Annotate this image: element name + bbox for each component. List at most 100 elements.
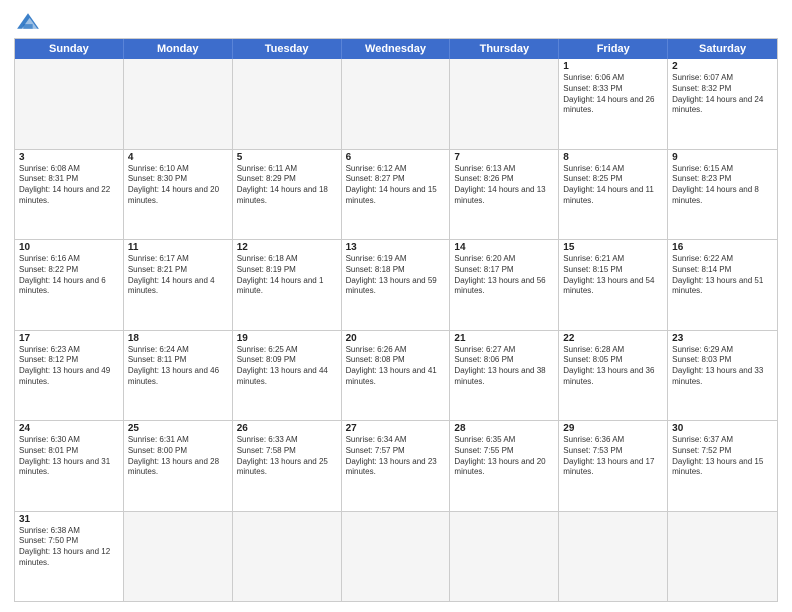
day-number: 19 xyxy=(237,333,337,344)
calendar-cell: 21Sunrise: 6:27 AM Sunset: 8:06 PM Dayli… xyxy=(450,331,559,421)
calendar-week-5: 31Sunrise: 6:38 AM Sunset: 7:50 PM Dayli… xyxy=(15,511,777,602)
calendar-cell: 14Sunrise: 6:20 AM Sunset: 8:17 PM Dayli… xyxy=(450,240,559,330)
day-number: 21 xyxy=(454,333,554,344)
calendar-cell xyxy=(15,59,124,149)
calendar: SundayMondayTuesdayWednesdayThursdayFrid… xyxy=(14,38,778,602)
day-number: 30 xyxy=(672,423,773,434)
day-number: 27 xyxy=(346,423,446,434)
day-info: Sunrise: 6:37 AM Sunset: 7:52 PM Dayligh… xyxy=(672,435,773,478)
day-header-sunday: Sunday xyxy=(15,39,124,59)
calendar-cell: 27Sunrise: 6:34 AM Sunset: 7:57 PM Dayli… xyxy=(342,421,451,511)
day-info: Sunrise: 6:38 AM Sunset: 7:50 PM Dayligh… xyxy=(19,526,119,569)
day-info: Sunrise: 6:20 AM Sunset: 8:17 PM Dayligh… xyxy=(454,254,554,297)
day-number: 13 xyxy=(346,242,446,253)
calendar-cell: 13Sunrise: 6:19 AM Sunset: 8:18 PM Dayli… xyxy=(342,240,451,330)
day-number: 15 xyxy=(563,242,663,253)
calendar-cell: 28Sunrise: 6:35 AM Sunset: 7:55 PM Dayli… xyxy=(450,421,559,511)
calendar-cell: 25Sunrise: 6:31 AM Sunset: 8:00 PM Dayli… xyxy=(124,421,233,511)
logo xyxy=(14,10,46,32)
header xyxy=(14,10,778,32)
calendar-cell: 12Sunrise: 6:18 AM Sunset: 8:19 PM Dayli… xyxy=(233,240,342,330)
day-info: Sunrise: 6:34 AM Sunset: 7:57 PM Dayligh… xyxy=(346,435,446,478)
day-header-friday: Friday xyxy=(559,39,668,59)
day-info: Sunrise: 6:33 AM Sunset: 7:58 PM Dayligh… xyxy=(237,435,337,478)
day-number: 11 xyxy=(128,242,228,253)
day-number: 17 xyxy=(19,333,119,344)
calendar-cell: 31Sunrise: 6:38 AM Sunset: 7:50 PM Dayli… xyxy=(15,512,124,602)
day-number: 14 xyxy=(454,242,554,253)
calendar-cell: 10Sunrise: 6:16 AM Sunset: 8:22 PM Dayli… xyxy=(15,240,124,330)
day-number: 18 xyxy=(128,333,228,344)
calendar-cell xyxy=(559,512,668,602)
day-number: 12 xyxy=(237,242,337,253)
day-number: 2 xyxy=(672,61,773,72)
calendar-cell: 3Sunrise: 6:08 AM Sunset: 8:31 PM Daylig… xyxy=(15,150,124,240)
page: SundayMondayTuesdayWednesdayThursdayFrid… xyxy=(0,0,792,612)
calendar-cell xyxy=(342,512,451,602)
day-info: Sunrise: 6:10 AM Sunset: 8:30 PM Dayligh… xyxy=(128,164,228,207)
day-number: 22 xyxy=(563,333,663,344)
day-number: 1 xyxy=(563,61,663,72)
day-header-monday: Monday xyxy=(124,39,233,59)
calendar-cell xyxy=(450,59,559,149)
calendar-cell: 20Sunrise: 6:26 AM Sunset: 8:08 PM Dayli… xyxy=(342,331,451,421)
calendar-cell: 24Sunrise: 6:30 AM Sunset: 8:01 PM Dayli… xyxy=(15,421,124,511)
calendar-week-2: 10Sunrise: 6:16 AM Sunset: 8:22 PM Dayli… xyxy=(15,239,777,330)
logo-icon xyxy=(14,10,42,32)
day-info: Sunrise: 6:21 AM Sunset: 8:15 PM Dayligh… xyxy=(563,254,663,297)
day-number: 24 xyxy=(19,423,119,434)
calendar-cell xyxy=(233,59,342,149)
day-number: 5 xyxy=(237,152,337,163)
day-number: 29 xyxy=(563,423,663,434)
day-number: 8 xyxy=(563,152,663,163)
calendar-cell xyxy=(342,59,451,149)
calendar-cell: 9Sunrise: 6:15 AM Sunset: 8:23 PM Daylig… xyxy=(668,150,777,240)
day-info: Sunrise: 6:25 AM Sunset: 8:09 PM Dayligh… xyxy=(237,345,337,388)
day-number: 9 xyxy=(672,152,773,163)
calendar-cell xyxy=(450,512,559,602)
calendar-cell xyxy=(233,512,342,602)
calendar-header-row: SundayMondayTuesdayWednesdayThursdayFrid… xyxy=(15,39,777,59)
day-info: Sunrise: 6:08 AM Sunset: 8:31 PM Dayligh… xyxy=(19,164,119,207)
day-number: 31 xyxy=(19,514,119,525)
day-info: Sunrise: 6:28 AM Sunset: 8:05 PM Dayligh… xyxy=(563,345,663,388)
day-header-tuesday: Tuesday xyxy=(233,39,342,59)
calendar-week-0: 1Sunrise: 6:06 AM Sunset: 8:33 PM Daylig… xyxy=(15,59,777,149)
calendar-cell: 30Sunrise: 6:37 AM Sunset: 7:52 PM Dayli… xyxy=(668,421,777,511)
calendar-cell: 23Sunrise: 6:29 AM Sunset: 8:03 PM Dayli… xyxy=(668,331,777,421)
day-info: Sunrise: 6:14 AM Sunset: 8:25 PM Dayligh… xyxy=(563,164,663,207)
day-info: Sunrise: 6:19 AM Sunset: 8:18 PM Dayligh… xyxy=(346,254,446,297)
calendar-body: 1Sunrise: 6:06 AM Sunset: 8:33 PM Daylig… xyxy=(15,59,777,601)
day-number: 26 xyxy=(237,423,337,434)
day-number: 7 xyxy=(454,152,554,163)
calendar-cell: 26Sunrise: 6:33 AM Sunset: 7:58 PM Dayli… xyxy=(233,421,342,511)
day-number: 10 xyxy=(19,242,119,253)
day-info: Sunrise: 6:18 AM Sunset: 8:19 PM Dayligh… xyxy=(237,254,337,297)
day-info: Sunrise: 6:12 AM Sunset: 8:27 PM Dayligh… xyxy=(346,164,446,207)
calendar-cell xyxy=(668,512,777,602)
day-number: 3 xyxy=(19,152,119,163)
calendar-week-1: 3Sunrise: 6:08 AM Sunset: 8:31 PM Daylig… xyxy=(15,149,777,240)
day-info: Sunrise: 6:06 AM Sunset: 8:33 PM Dayligh… xyxy=(563,73,663,116)
day-info: Sunrise: 6:35 AM Sunset: 7:55 PM Dayligh… xyxy=(454,435,554,478)
calendar-cell: 4Sunrise: 6:10 AM Sunset: 8:30 PM Daylig… xyxy=(124,150,233,240)
day-number: 25 xyxy=(128,423,228,434)
calendar-week-4: 24Sunrise: 6:30 AM Sunset: 8:01 PM Dayli… xyxy=(15,420,777,511)
calendar-cell: 8Sunrise: 6:14 AM Sunset: 8:25 PM Daylig… xyxy=(559,150,668,240)
day-info: Sunrise: 6:23 AM Sunset: 8:12 PM Dayligh… xyxy=(19,345,119,388)
calendar-cell: 5Sunrise: 6:11 AM Sunset: 8:29 PM Daylig… xyxy=(233,150,342,240)
calendar-cell: 6Sunrise: 6:12 AM Sunset: 8:27 PM Daylig… xyxy=(342,150,451,240)
day-info: Sunrise: 6:30 AM Sunset: 8:01 PM Dayligh… xyxy=(19,435,119,478)
day-number: 16 xyxy=(672,242,773,253)
calendar-cell xyxy=(124,59,233,149)
day-info: Sunrise: 6:13 AM Sunset: 8:26 PM Dayligh… xyxy=(454,164,554,207)
calendar-cell: 29Sunrise: 6:36 AM Sunset: 7:53 PM Dayli… xyxy=(559,421,668,511)
calendar-cell: 18Sunrise: 6:24 AM Sunset: 8:11 PM Dayli… xyxy=(124,331,233,421)
day-header-thursday: Thursday xyxy=(450,39,559,59)
day-info: Sunrise: 6:15 AM Sunset: 8:23 PM Dayligh… xyxy=(672,164,773,207)
day-info: Sunrise: 6:17 AM Sunset: 8:21 PM Dayligh… xyxy=(128,254,228,297)
calendar-cell: 15Sunrise: 6:21 AM Sunset: 8:15 PM Dayli… xyxy=(559,240,668,330)
day-info: Sunrise: 6:29 AM Sunset: 8:03 PM Dayligh… xyxy=(672,345,773,388)
calendar-cell xyxy=(124,512,233,602)
day-number: 6 xyxy=(346,152,446,163)
